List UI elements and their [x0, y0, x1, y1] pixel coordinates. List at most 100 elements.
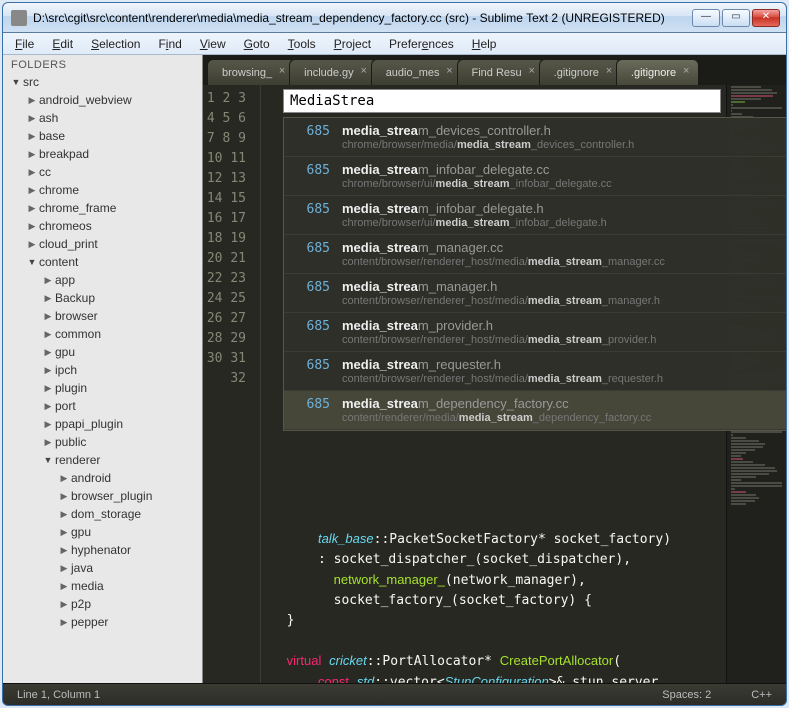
tree-item-content[interactable]: ▼content — [5, 253, 200, 271]
goto-result[interactable]: 685media_stream_provider.hcontent/browse… — [284, 313, 786, 352]
menu-file[interactable]: File — [7, 35, 42, 53]
editor-zone: browsing_×include.gy×audio_mes×Find Resu… — [203, 55, 786, 683]
goto-result[interactable]: 685media_stream_dependency_factory.cccon… — [284, 391, 786, 430]
arrow-right-icon: ▶ — [59, 473, 69, 484]
arrow-right-icon: ▶ — [59, 617, 69, 628]
tree-item-pepper[interactable]: ▶pepper — [5, 613, 200, 631]
tab[interactable]: .gitignore× — [616, 59, 699, 85]
menu-view[interactable]: View — [192, 35, 234, 53]
tree-item-renderer[interactable]: ▼renderer — [5, 451, 200, 469]
tree-item-chromeos[interactable]: ▶chromeos — [5, 217, 200, 235]
arrow-right-icon: ▶ — [27, 221, 37, 232]
tree-label: public — [55, 435, 86, 449]
goto-result[interactable]: 685media_stream_infobar_delegate.hchrome… — [284, 196, 786, 235]
tree-item-chrome_frame[interactable]: ▶chrome_frame — [5, 199, 200, 217]
tree-item-src[interactable]: ▼src — [5, 73, 200, 91]
tab[interactable]: browsing_× — [207, 59, 295, 85]
tab[interactable]: .gitignore× — [539, 59, 622, 85]
tree-item-chrome[interactable]: ▶chrome — [5, 181, 200, 199]
close-icon[interactable]: × — [526, 66, 538, 78]
arrow-right-icon: ▶ — [27, 113, 37, 124]
status-syntax[interactable]: C++ — [751, 689, 772, 701]
tree-item-port[interactable]: ▶port — [5, 397, 200, 415]
arrow-right-icon: ▶ — [43, 311, 53, 322]
minimize-button[interactable]: — — [692, 9, 720, 27]
tab[interactable]: include.gy× — [289, 59, 377, 85]
tree-item-hyphenator[interactable]: ▶hyphenator — [5, 541, 200, 559]
tree-item-cloud_print[interactable]: ▶cloud_print — [5, 235, 200, 253]
menu-help[interactable]: Help — [464, 35, 505, 53]
menu-project[interactable]: Project — [326, 35, 379, 53]
arrow-right-icon: ▶ — [59, 545, 69, 556]
sidebar[interactable]: FOLDERS ▼src▶android_webview▶ash▶base▶br… — [3, 55, 203, 683]
tree-item-browser_plugin[interactable]: ▶browser_plugin — [5, 487, 200, 505]
close-button[interactable]: ✕ — [752, 9, 780, 27]
tree-item-breakpad[interactable]: ▶breakpad — [5, 145, 200, 163]
arrow-right-icon: ▶ — [27, 203, 37, 214]
tree-label: chrome_frame — [39, 201, 116, 215]
result-path: content/browser/renderer_host/media/medi… — [342, 373, 786, 385]
tree-item-android_webview[interactable]: ▶android_webview — [5, 91, 200, 109]
goto-result[interactable]: 685media_stream_infobar_delegate.ccchrom… — [284, 157, 786, 196]
tree-item-common[interactable]: ▶common — [5, 325, 200, 343]
close-icon[interactable]: × — [358, 66, 370, 78]
folder-tree: ▼src▶android_webview▶ash▶base▶breakpad▶c… — [3, 73, 202, 637]
result-score: 685 — [294, 357, 330, 373]
tree-item-app[interactable]: ▶app — [5, 271, 200, 289]
tree-item-ipch[interactable]: ▶ipch — [5, 361, 200, 379]
close-icon[interactable]: × — [680, 66, 692, 78]
tree-label: p2p — [71, 597, 91, 611]
close-icon[interactable]: × — [603, 66, 615, 78]
tree-item-media[interactable]: ▶media — [5, 577, 200, 595]
arrow-right-icon: ▶ — [59, 581, 69, 592]
tree-item-gpu[interactable]: ▶gpu — [5, 523, 200, 541]
tree-item-browser[interactable]: ▶browser — [5, 307, 200, 325]
arrow-right-icon: ▶ — [27, 149, 37, 160]
result-filename: media_stream_provider.h — [342, 318, 786, 333]
menu-selection[interactable]: Selection — [83, 35, 148, 53]
arrow-right-icon: ▶ — [43, 365, 53, 376]
result-score: 685 — [294, 240, 330, 256]
tree-item-gpu[interactable]: ▶gpu — [5, 343, 200, 361]
tree-item-android[interactable]: ▶android — [5, 469, 200, 487]
tree-item-cc[interactable]: ▶cc — [5, 163, 200, 181]
tree-item-java[interactable]: ▶java — [5, 559, 200, 577]
menu-find[interactable]: Find — [150, 35, 189, 53]
arrow-right-icon: ▶ — [43, 437, 53, 448]
goto-result[interactable]: 685media_stream_requester.hcontent/brows… — [284, 352, 786, 391]
tree-item-backup[interactable]: ▶Backup — [5, 289, 200, 307]
tree-item-ppapi_plugin[interactable]: ▶ppapi_plugin — [5, 415, 200, 433]
tab[interactable]: Find Resu× — [457, 59, 545, 85]
goto-result[interactable]: 685media_stream_devices_controller.hchro… — [284, 118, 786, 157]
tree-item-p2p[interactable]: ▶p2p — [5, 595, 200, 613]
tree-label: app — [55, 273, 75, 287]
tab-bar[interactable]: browsing_×include.gy×audio_mes×Find Resu… — [203, 55, 786, 85]
tree-item-plugin[interactable]: ▶plugin — [5, 379, 200, 397]
status-position[interactable]: Line 1, Column 1 — [17, 689, 100, 701]
result-filename: media_stream_devices_controller.h — [342, 123, 786, 138]
sidebar-header: FOLDERS — [3, 55, 202, 73]
tab[interactable]: audio_mes× — [371, 59, 463, 85]
result-score: 685 — [294, 279, 330, 295]
tree-item-public[interactable]: ▶public — [5, 433, 200, 451]
tree-item-ash[interactable]: ▶ash — [5, 109, 200, 127]
tree-label: gpu — [71, 525, 91, 539]
arrow-right-icon: ▶ — [59, 527, 69, 538]
status-indent[interactable]: Spaces: 2 — [662, 689, 711, 701]
close-icon[interactable]: × — [444, 66, 456, 78]
goto-result[interactable]: 685media_stream_manager.hcontent/browser… — [284, 274, 786, 313]
menu-goto[interactable]: Goto — [236, 35, 278, 53]
tree-item-dom_storage[interactable]: ▶dom_storage — [5, 505, 200, 523]
menu-preferences[interactable]: Preferences — [381, 35, 462, 53]
titlebar[interactable]: D:\src\cgit\src\content\renderer\media\m… — [3, 3, 786, 33]
menu-tools[interactable]: Tools — [280, 35, 324, 53]
arrow-right-icon: ▶ — [59, 509, 69, 520]
close-icon[interactable]: × — [276, 66, 288, 78]
goto-result[interactable]: 685media_stream_manager.cccontent/browse… — [284, 235, 786, 274]
tree-item-base[interactable]: ▶base — [5, 127, 200, 145]
tree-label: cloud_print — [39, 237, 98, 251]
tree-label: browser_plugin — [71, 489, 152, 503]
menu-edit[interactable]: Edit — [44, 35, 81, 53]
maximize-button[interactable]: ▭ — [722, 9, 750, 27]
goto-input[interactable] — [283, 89, 721, 113]
